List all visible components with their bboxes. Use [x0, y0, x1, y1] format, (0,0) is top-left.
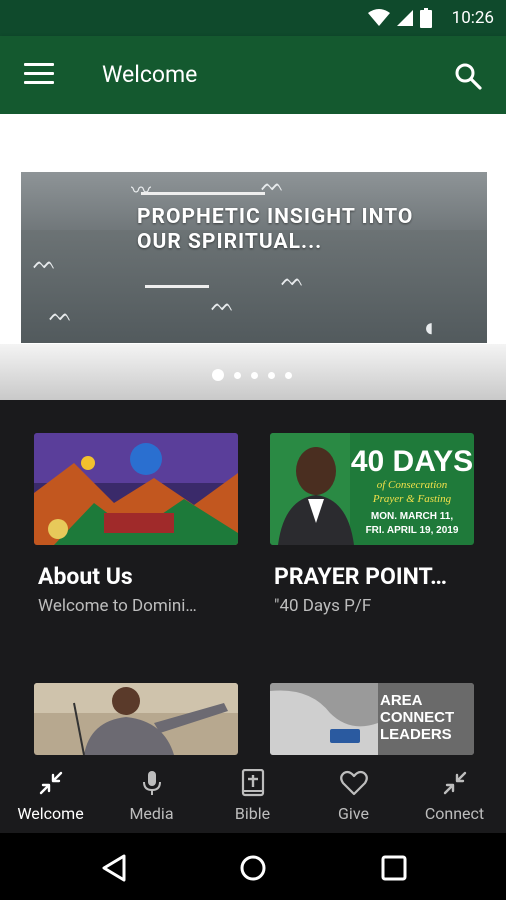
thumb-text-script2: Prayer & Fasting	[372, 493, 452, 505]
nav-label: Bible	[234, 804, 271, 823]
card-thumbnail	[34, 433, 238, 545]
bird-image: ᨓ	[211, 292, 235, 316]
card-thumbnail: AREA CONNECT LEADERS	[270, 683, 474, 755]
bible-icon	[241, 769, 265, 797]
card-thumbnail: 40 DAYS of Consecration Prayer & Fasting…	[270, 433, 474, 545]
card-title: PRAYER POINT…	[274, 563, 448, 590]
nav-bible[interactable]: Bible	[202, 755, 303, 833]
nav-label: Give	[338, 804, 369, 823]
status-bar: 10:26	[0, 0, 506, 36]
thumb-text-40-days: 40 DAYS	[351, 445, 473, 478]
carousel-dot[interactable]	[285, 371, 292, 379]
microphone-icon	[143, 771, 161, 795]
nav-welcome[interactable]: Welcome	[0, 755, 101, 833]
hero-headline: PROPHETIC INSIGHT INTO OUR SPIRITUAL...	[137, 205, 414, 254]
carousel-dot[interactable]	[234, 371, 241, 379]
card-title: About Us	[38, 563, 133, 590]
heart-icon	[340, 770, 368, 796]
battery-icon	[420, 8, 432, 28]
thumb-text-area: AREA	[380, 692, 423, 709]
thumb-text-leaders: LEADERS	[380, 726, 452, 743]
nav-media[interactable]: Media	[101, 755, 202, 833]
cellular-signal-icon	[397, 10, 413, 26]
collapse-arrows-icon	[443, 771, 467, 795]
carousel-dot[interactable]	[268, 371, 275, 379]
back-icon[interactable]	[96, 850, 132, 886]
nav-label: Media	[129, 804, 174, 823]
thumb-text-dates2: FRI. APRIL 19, 2019	[366, 525, 459, 536]
card-subtitle: "40 Days P/F	[274, 596, 372, 616]
hero-banner[interactable]: 〰 ᨓ ᨓ ᨓ ᨓ ᨓ ◖ PROPHETIC INSIGHT INTO OUR…	[21, 172, 487, 343]
recents-icon[interactable]	[376, 850, 412, 886]
bird-image: 〰	[131, 178, 151, 202]
card-thumbnail	[34, 683, 238, 755]
thumb-text-script1: of Consecration	[377, 479, 448, 491]
nav-give[interactable]: Give	[303, 755, 404, 833]
hero-carousel: 〰 ᨓ ᨓ ᨓ ᨓ ᨓ ◖ PROPHETIC INSIGHT INTO OUR…	[0, 114, 506, 400]
thumb-text-connect: CONNECT	[380, 709, 454, 726]
bird-image: ᨓ	[49, 302, 73, 326]
nav-connect[interactable]: Connect	[404, 755, 505, 833]
nav-label: Welcome	[17, 804, 84, 823]
bottom-navigation: Welcome Media Bible Give Connect	[0, 755, 506, 833]
home-icon[interactable]	[235, 850, 271, 886]
clock: 10:26	[451, 8, 494, 28]
page-title: Welcome	[102, 61, 198, 88]
wifi-icon	[368, 9, 390, 26]
app-bar: Welcome	[0, 36, 506, 114]
headline-rule	[141, 192, 265, 195]
nav-label: Connect	[424, 804, 485, 823]
thumb-text-dates1: MON. MARCH 11,	[371, 511, 453, 522]
swan-image: ◖	[421, 313, 437, 343]
card-subtitle: Welcome to Domini…	[38, 596, 197, 616]
carousel-indicator[interactable]	[212, 369, 292, 381]
carousel-dot[interactable]	[251, 371, 258, 379]
bird-image: ᨓ	[33, 250, 57, 274]
system-navigation-bar	[0, 833, 506, 900]
headline-rule	[145, 285, 209, 288]
menu-icon[interactable]	[24, 63, 54, 87]
bird-image: ᨓ	[281, 267, 305, 291]
status-icons	[368, 8, 432, 28]
carousel-dot-active[interactable]	[212, 369, 224, 381]
collapse-arrows-icon	[39, 771, 63, 795]
search-icon[interactable]	[454, 62, 482, 90]
